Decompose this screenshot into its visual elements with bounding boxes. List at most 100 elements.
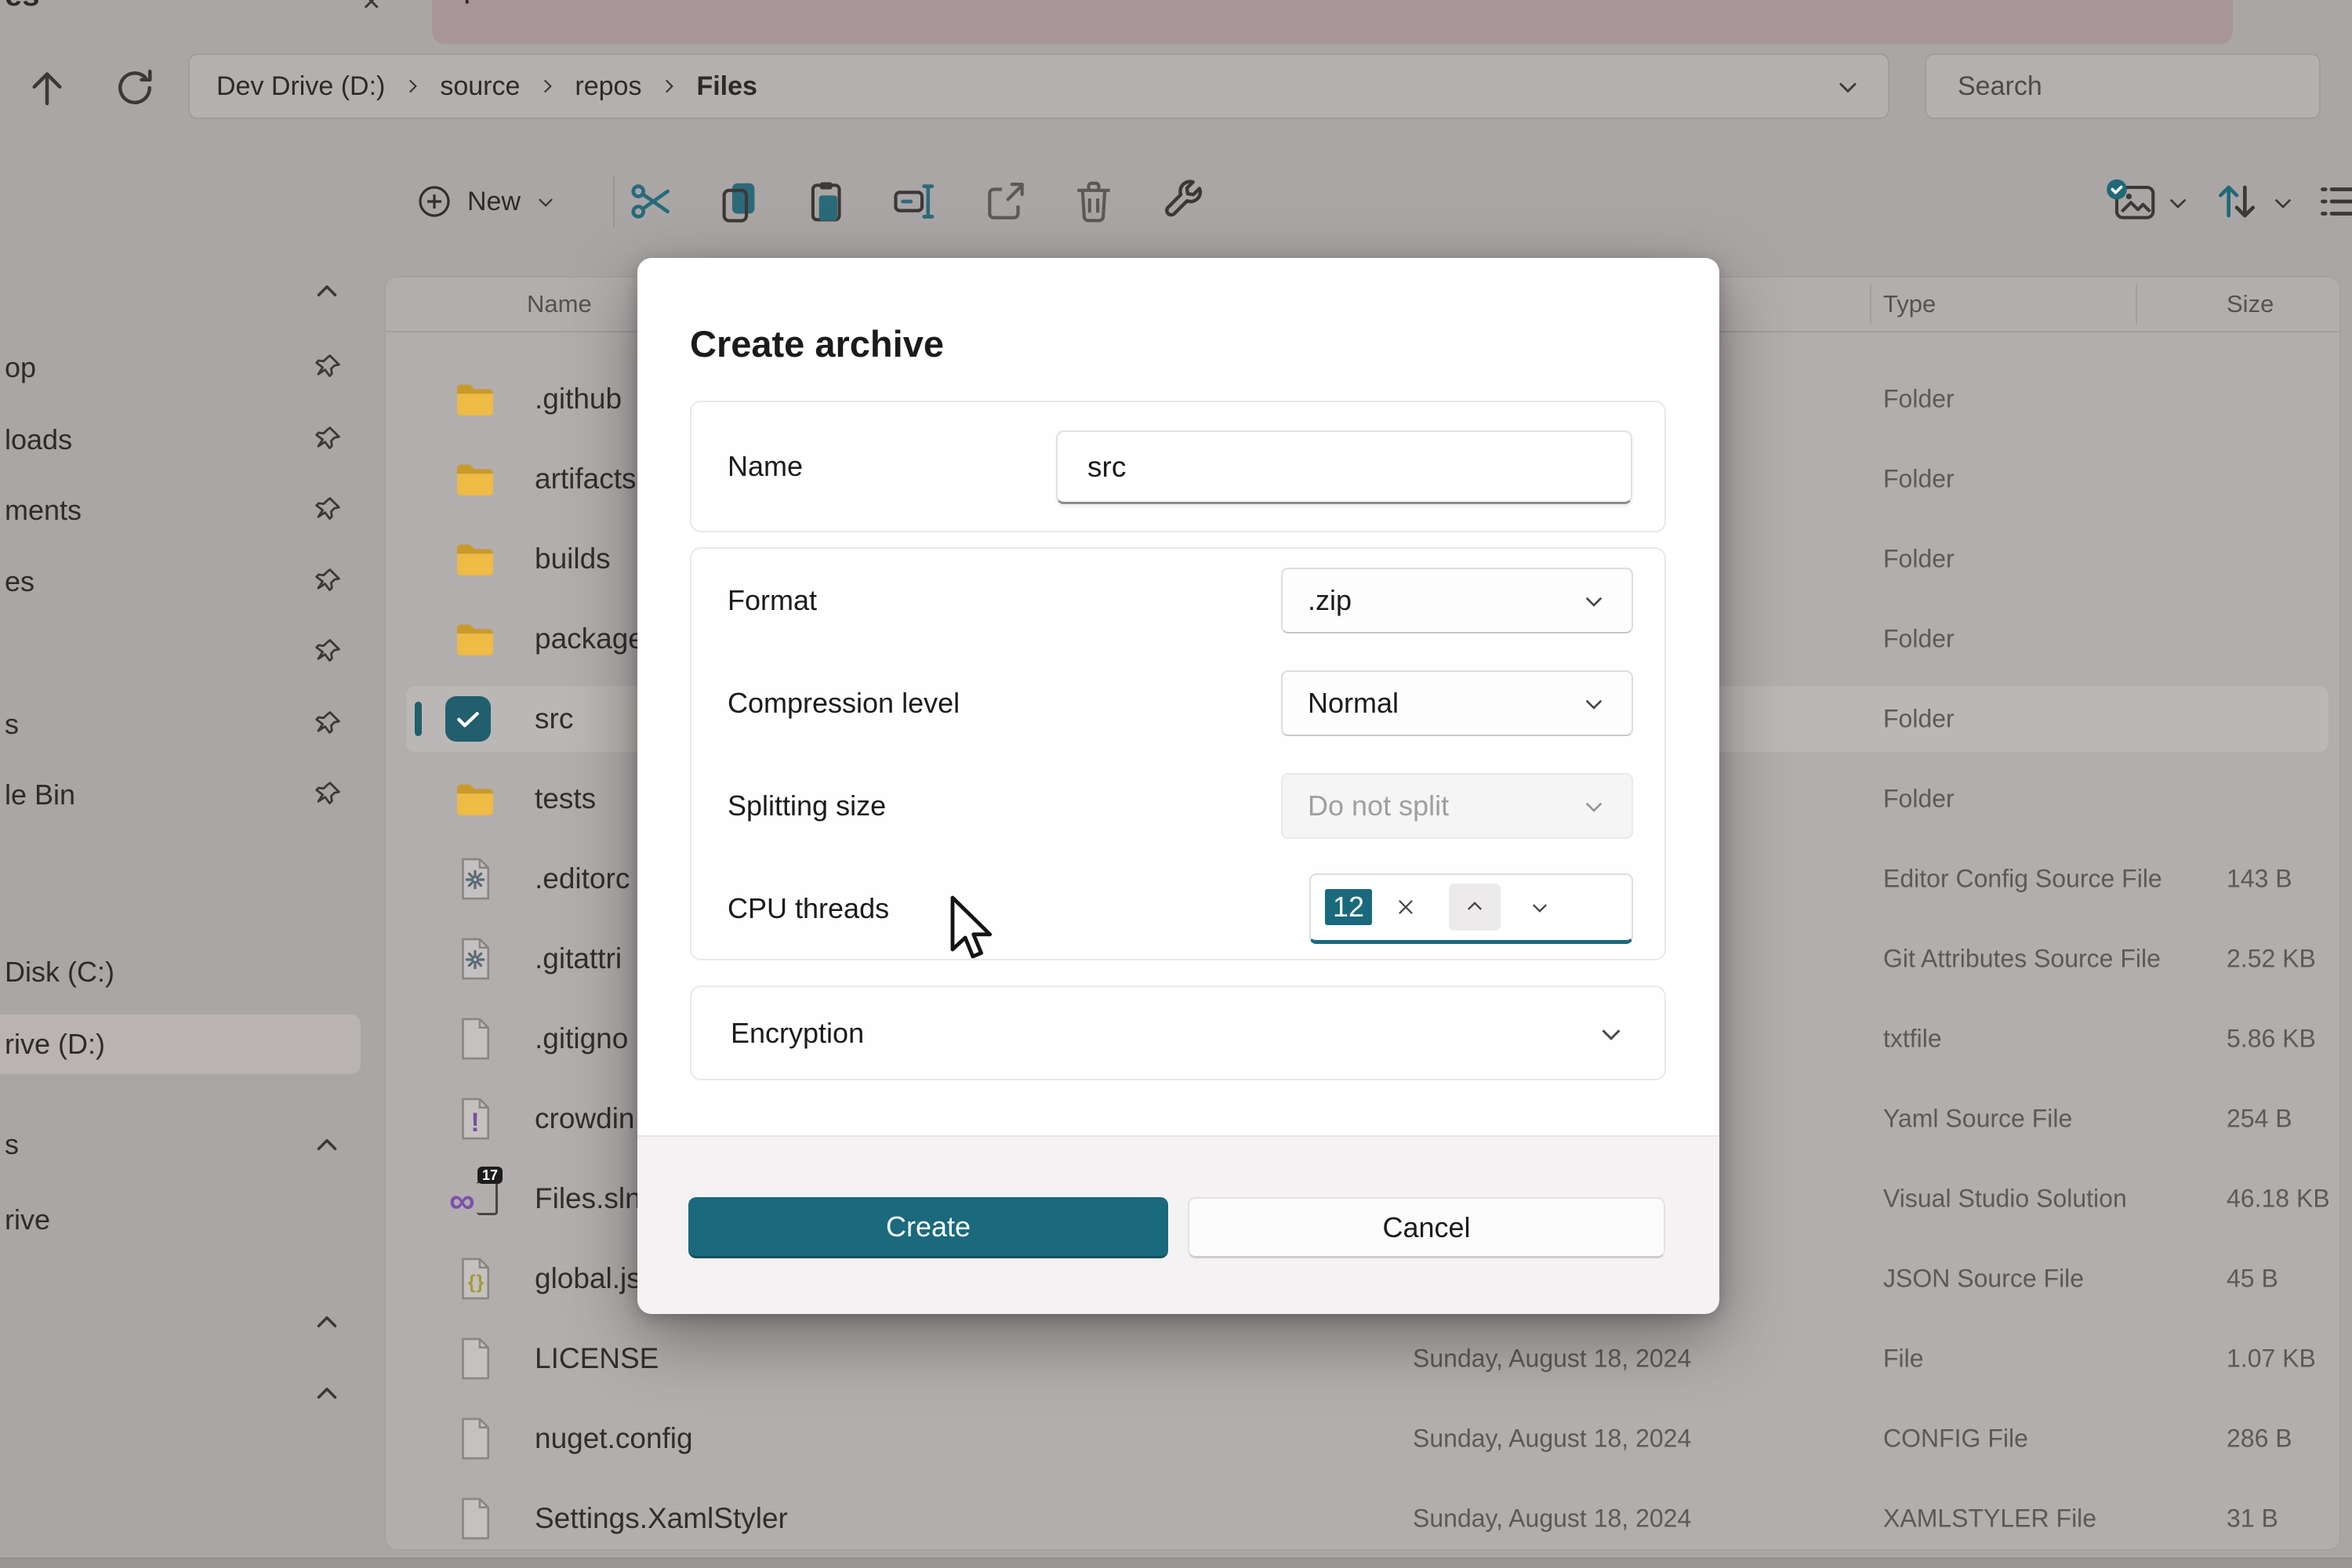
cpu-threads-numberbox[interactable]: 12	[1309, 873, 1633, 944]
details-view-button[interactable]	[2314, 177, 2352, 226]
sidebar-section-toggle[interactable]	[0, 1286, 372, 1358]
increment-button[interactable]	[1449, 884, 1501, 931]
cpu-threads-row: CPU threads 12	[728, 857, 1633, 960]
encryption-label: Encryption	[731, 1017, 864, 1050]
file-size: 31 B	[2227, 1504, 2278, 1534]
sidebar-section-header[interactable]: s	[0, 1109, 372, 1181]
chevron-right-icon	[537, 76, 557, 96]
sidebar-item[interactable]: loads	[0, 404, 372, 476]
breadcrumb-item-drive[interactable]: Dev Drive (D:)	[216, 71, 385, 102]
paste-button[interactable]	[803, 177, 851, 226]
sidebar-item[interactable]: s	[0, 688, 372, 760]
chevron-up-icon[interactable]	[310, 1128, 343, 1161]
view-options-button[interactable]	[2103, 177, 2159, 226]
copy-button[interactable]	[715, 177, 764, 226]
inactive-tab-label-fragment[interactable]: es	[5, 0, 40, 13]
chevron-up-icon[interactable]	[310, 1305, 343, 1338]
paste-icon	[803, 177, 851, 226]
mouse-cursor	[938, 892, 995, 974]
sidebar-item[interactable]: rive (D:)	[0, 1008, 372, 1080]
chevron-down-icon[interactable]	[1835, 73, 1861, 100]
vs-file-icon: ∞17	[452, 1174, 498, 1223]
pin-icon[interactable]	[310, 636, 343, 669]
create-button[interactable]: Create	[688, 1197, 1168, 1258]
file-size: 254 B	[2227, 1105, 2292, 1134]
cpu-threads-label: CPU threads	[728, 892, 889, 925]
encryption-expander[interactable]: Encryption	[690, 985, 1666, 1080]
breadcrumb-item-repos[interactable]: repos	[575, 71, 641, 102]
new-button[interactable]: New	[416, 168, 557, 235]
table-row[interactable]: LICENSESunday, August 18, 2024File1.07 K…	[386, 1319, 2339, 1399]
folder-icon	[452, 455, 498, 503]
refresh-button[interactable]	[111, 64, 158, 111]
pin-icon[interactable]	[310, 779, 343, 811]
chevron-up-icon[interactable]	[310, 1377, 343, 1410]
chevron-right-icon	[402, 76, 423, 96]
compression-dropdown[interactable]: Normal	[1281, 670, 1633, 736]
breadcrumb-item-current[interactable]: Files	[696, 71, 757, 102]
search-box[interactable]	[1925, 53, 2321, 119]
active-tab[interactable]: p	[432, 0, 2233, 44]
sort-chevron[interactable]	[2270, 190, 2296, 215]
file-name: Files.sln	[535, 1182, 641, 1215]
pin-icon[interactable]	[310, 351, 343, 384]
checkbox-checked-icon[interactable]	[445, 696, 491, 742]
search-input[interactable]	[1926, 55, 2319, 118]
sort-button[interactable]	[2212, 177, 2261, 226]
cut-button[interactable]	[627, 177, 676, 226]
breadcrumb-item-source[interactable]: source	[440, 71, 520, 102]
tools-button[interactable]	[1159, 177, 1207, 226]
sidebar-item[interactable]	[0, 616, 372, 688]
file-type: JSON Source File	[1883, 1265, 2084, 1294]
chevron-up-icon[interactable]	[310, 274, 343, 307]
rename-button[interactable]	[891, 177, 939, 226]
file-name: tests	[535, 782, 596, 815]
pin-icon[interactable]	[310, 494, 343, 527]
window-bottom-edge	[0, 1558, 2352, 1568]
pin-icon[interactable]	[310, 708, 343, 741]
file-type: Folder	[1883, 385, 1955, 414]
active-tab-label-fragment: p	[463, 0, 481, 5]
sidebar-section-toggle[interactable]	[0, 1357, 372, 1429]
format-dropdown[interactable]: .zip	[1281, 568, 1633, 633]
pin-icon[interactable]	[310, 565, 343, 598]
file-name: global.js	[535, 1262, 641, 1295]
file-icon	[452, 1334, 498, 1383]
breadcrumb[interactable]: Dev Drive (D:) source repos Files	[188, 53, 1889, 119]
pin-icon[interactable]	[310, 423, 343, 456]
table-row[interactable]: Settings.XamlStylerSunday, August 18, 20…	[386, 1479, 2339, 1551]
file-icon	[452, 1014, 498, 1063]
name-card: Name	[690, 401, 1666, 532]
decrement-button[interactable]	[1524, 884, 1555, 931]
table-row[interactable]: nuget.configSunday, August 18, 2024CONFI…	[386, 1399, 2339, 1479]
file-name: .gitigno	[535, 1022, 628, 1055]
clear-icon[interactable]	[1394, 895, 1417, 919]
sidebar-item[interactable]: es	[0, 546, 372, 618]
sidebar-item-label: s	[5, 1128, 19, 1161]
delete-button[interactable]	[1069, 177, 1118, 226]
tab-close-icon[interactable]: ×	[362, 0, 380, 20]
view-options-chevron[interactable]	[2165, 190, 2190, 215]
sidebar-item[interactable]: op	[0, 332, 372, 404]
sidebar-item[interactable]: Disk (C:)	[0, 936, 372, 1008]
file-name: src	[535, 702, 573, 735]
gear-file-icon	[452, 935, 498, 983]
sidebar-section-toggle[interactable]	[0, 255, 372, 327]
chevron-down-icon	[2165, 190, 2190, 215]
file-type: XAMLSTYLER File	[1883, 1504, 2096, 1534]
chevron-right-icon	[659, 76, 679, 96]
plus-circle-icon	[416, 183, 453, 220]
sidebar-item[interactable]: le Bin	[0, 759, 372, 831]
up-button[interactable]	[24, 64, 71, 111]
sidebar-item[interactable]: rive	[0, 1184, 372, 1256]
sidebar-item[interactable]: ments	[0, 474, 372, 546]
file-type: Folder	[1883, 705, 1955, 734]
file-type: CONFIG File	[1883, 1425, 2028, 1454]
archive-name-input[interactable]	[1056, 430, 1632, 504]
share-button[interactable]	[982, 177, 1030, 226]
toolbar-divider	[613, 176, 615, 227]
name-label: Name	[728, 450, 803, 483]
refresh-icon	[111, 64, 158, 111]
cpu-threads-value[interactable]: 12	[1325, 889, 1372, 925]
cancel-button[interactable]: Cancel	[1188, 1197, 1665, 1258]
